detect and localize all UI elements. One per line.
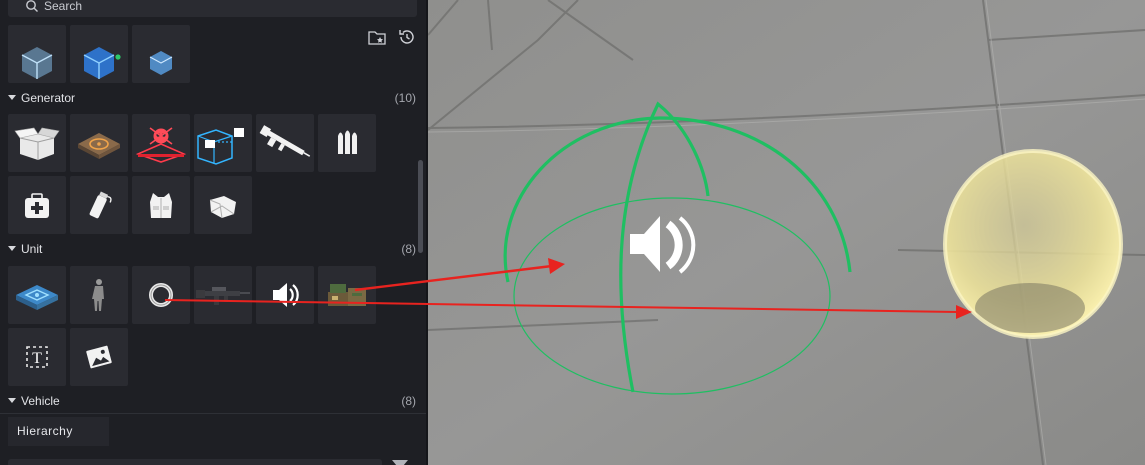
asset-tile-armor[interactable] <box>194 176 252 234</box>
search-icon <box>26 0 38 12</box>
grenade-icon <box>89 191 112 219</box>
asset-tile-ammo[interactable] <box>318 114 376 172</box>
section-title: Generator <box>21 91 76 105</box>
spawn-pad-icon <box>78 133 120 159</box>
platform-icon <box>16 285 58 310</box>
editor-window: Search Generator (10) Unit (8) T Vehicle… <box>0 0 1145 465</box>
asset-tile-medkit[interactable] <box>8 176 66 234</box>
asset-tile-supply-crate[interactable] <box>318 266 376 324</box>
panel-divider <box>0 413 426 414</box>
asset-tile-grenade[interactable] <box>70 176 128 234</box>
scrollbar-thumb[interactable] <box>418 160 423 253</box>
folder-star-icon[interactable] <box>366 26 388 48</box>
asset-tile-rifle[interactable] <box>256 114 314 172</box>
asset-tile-speaker[interactable] <box>256 266 314 324</box>
medkit-icon <box>25 193 49 218</box>
speaker-icon <box>273 283 299 307</box>
cube-icon <box>83 47 121 79</box>
section-count: (8) <box>401 242 416 256</box>
ring-icon <box>149 283 173 307</box>
hierarchy-search-input[interactable] <box>8 459 382 465</box>
asset-panel: Search Generator (10) Unit (8) T Vehicle… <box>0 0 426 465</box>
asset-tile-spawn-pad[interactable] <box>70 114 128 172</box>
rifle-icon <box>259 125 311 157</box>
scene-render <box>428 0 1145 465</box>
asset-tile[interactable] <box>8 25 66 83</box>
svg-text:T: T <box>32 350 42 367</box>
asset-tile-box[interactable] <box>8 114 66 172</box>
tab-hierarchy[interactable]: Hierarchy <box>8 417 109 446</box>
section-header-unit[interactable]: Unit (8) <box>0 239 416 259</box>
supply-crate-icon <box>328 284 366 306</box>
asset-tile-image[interactable] <box>70 328 128 386</box>
search-input[interactable]: Search <box>8 0 417 17</box>
scene-viewport[interactable] <box>428 0 1145 465</box>
skull-zone-icon <box>135 127 187 163</box>
asset-tile-vest[interactable] <box>132 176 190 234</box>
asset-tile-skull-zone[interactable] <box>132 114 190 172</box>
section-header-generator[interactable]: Generator (10) <box>0 88 416 108</box>
collapse-triangle-icon <box>8 398 16 403</box>
image-icon <box>86 345 112 369</box>
section-title: Vehicle <box>21 394 60 408</box>
asset-tile-teleport[interactable] <box>194 114 252 172</box>
section-header-vehicle[interactable]: Vehicle (8) <box>0 391 416 411</box>
ammo-icon <box>338 130 357 154</box>
asset-tile-assault-rifle[interactable] <box>194 266 252 324</box>
box-open-icon <box>14 127 60 160</box>
history-icon[interactable] <box>396 26 418 48</box>
asset-tile-platform[interactable] <box>8 266 66 324</box>
assault-rifle-icon <box>196 287 250 305</box>
section-title: Unit <box>21 242 43 256</box>
filter-icon[interactable] <box>392 460 408 465</box>
asset-tile-character[interactable] <box>70 266 128 324</box>
vest-icon <box>150 193 172 218</box>
cube-icon <box>21 47 53 79</box>
cube-icon <box>149 51 173 75</box>
teleport-box-icon <box>197 128 244 165</box>
text-icon: T <box>26 346 48 368</box>
armor-icon <box>209 196 236 219</box>
asset-tile[interactable] <box>70 25 128 83</box>
asset-tile[interactable] <box>132 25 190 83</box>
collapse-triangle-icon <box>8 246 16 251</box>
collapse-triangle-icon <box>8 95 16 100</box>
asset-tile-text[interactable]: T <box>8 328 66 386</box>
asset-tile-ring[interactable] <box>132 266 190 324</box>
search-placeholder: Search <box>44 0 83 13</box>
section-count: (10) <box>394 91 416 105</box>
section-count: (8) <box>401 394 416 408</box>
character-icon <box>92 279 104 311</box>
